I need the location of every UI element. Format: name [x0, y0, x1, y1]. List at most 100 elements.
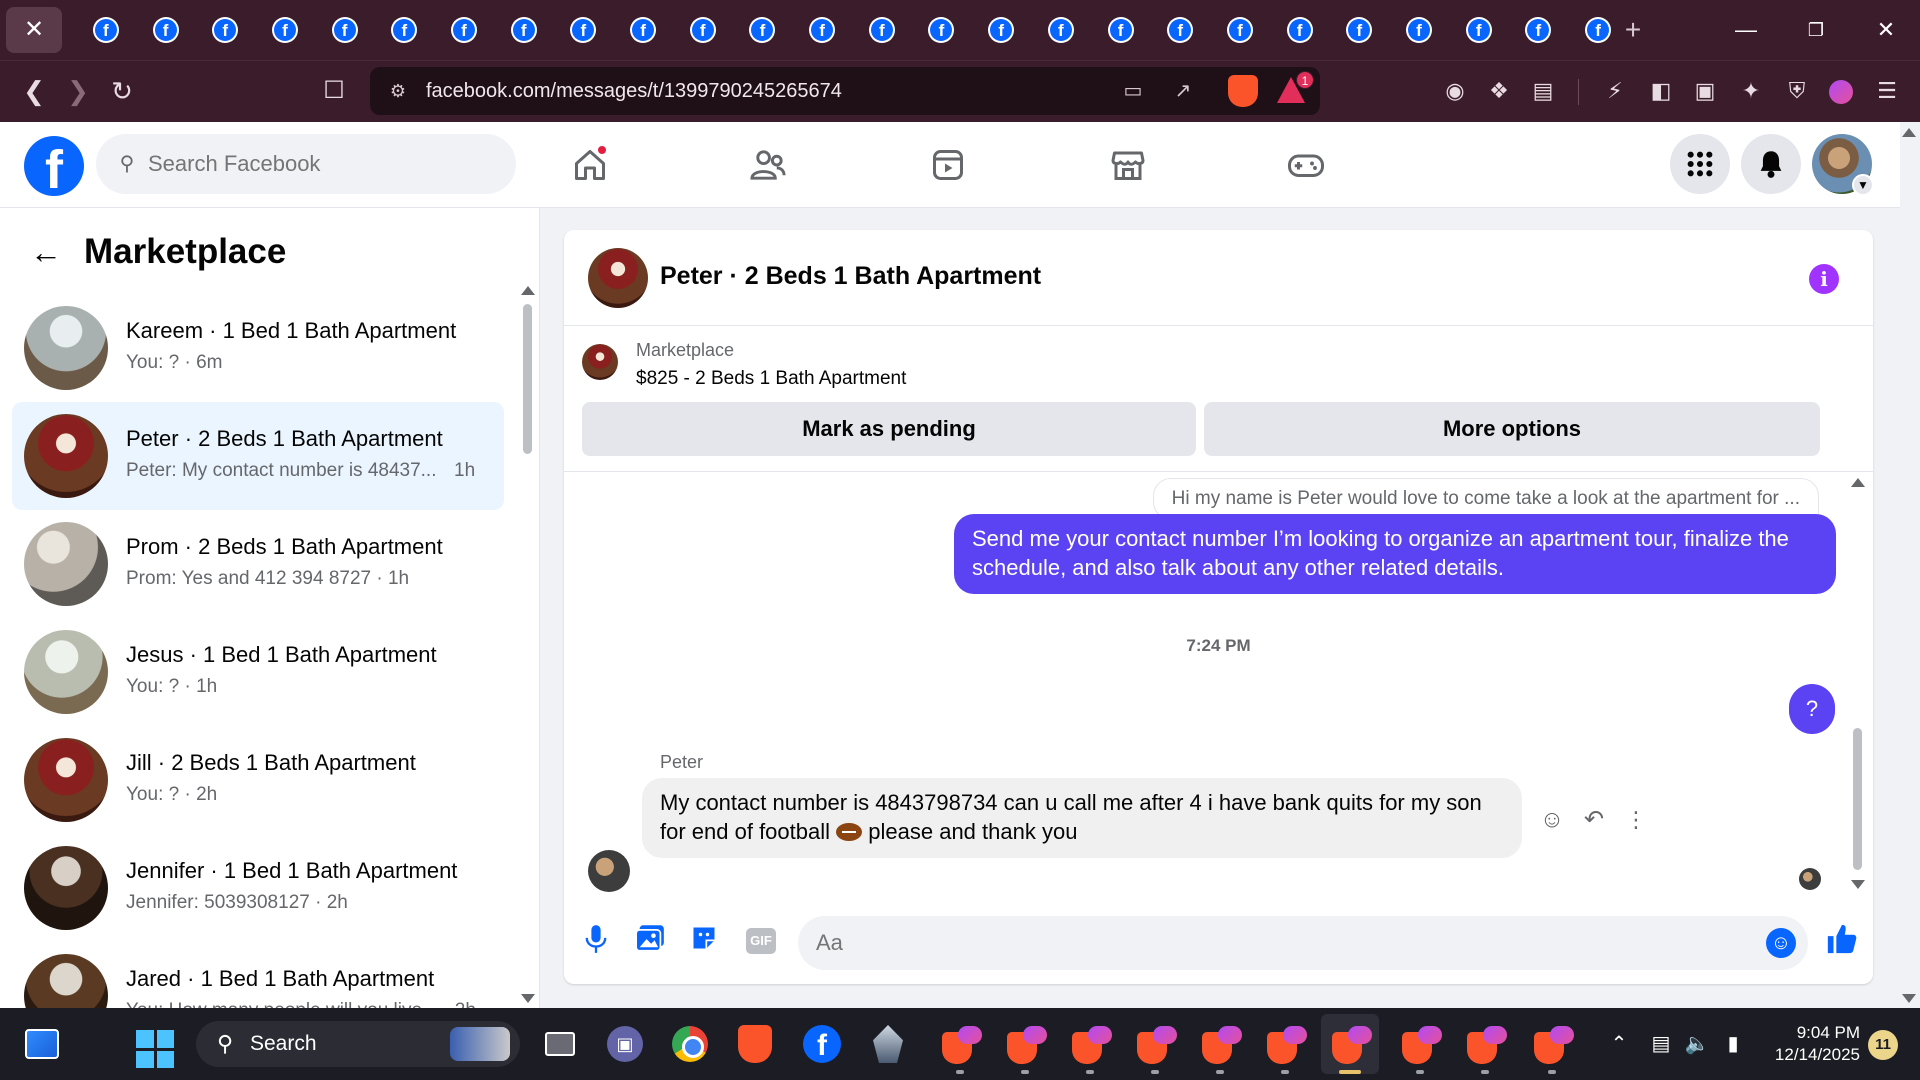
gif-icon[interactable]: GIF [746, 928, 776, 954]
conversation-item[interactable]: Kareem · 1 Bed 1 Bath Apartment You: ? · … [12, 294, 504, 402]
browser-tab[interactable]: f [76, 0, 136, 60]
record-icon[interactable]: ◉ [1436, 72, 1474, 110]
conversation-item[interactable]: Peter · 2 Beds 1 Bath Apartment Peter: My… [12, 402, 504, 510]
taskbar-search[interactable]: ⚲ Search [196, 1021, 520, 1067]
more-actions-icon[interactable]: ⋮ [1618, 802, 1654, 838]
browser-tab[interactable]: f [852, 0, 912, 60]
browser-tab[interactable]: f [733, 0, 793, 60]
window-close-button[interactable]: ✕ [1866, 10, 1906, 50]
back-arrow-icon[interactable]: ← [26, 232, 66, 272]
browser-tab[interactable]: f [255, 0, 315, 60]
video-tab[interactable] [920, 140, 976, 190]
page-scroll-up-arrow[interactable] [1902, 128, 1916, 137]
site-settings-icon[interactable]: ⚙ [384, 77, 412, 105]
outgoing-message[interactable]: Send me your contact number I’m looking … [954, 514, 1836, 594]
like-icon[interactable] [1822, 922, 1862, 962]
search-input[interactable] [148, 144, 498, 184]
browser-tab[interactable]: f [971, 0, 1031, 60]
leo-ai-icon[interactable]: ✦ [1732, 72, 1770, 110]
more-options-button[interactable]: More options [1204, 402, 1820, 456]
brave-profile-window-icon[interactable] [1003, 1022, 1047, 1066]
browser-tab[interactable]: f [1091, 0, 1151, 60]
chevron-down-icon[interactable]: ▼ [1852, 174, 1874, 196]
task-view-icon[interactable] [538, 1022, 582, 1066]
reply-icon[interactable]: ↶ [1576, 802, 1612, 838]
react-icon[interactable]: ☺ [1534, 802, 1570, 838]
brave-shields-icon[interactable] [1228, 75, 1258, 107]
listing-title[interactable]: $825 - 2 Beds 1 Bath Apartment [636, 368, 906, 390]
browser-tab[interactable]: f [1270, 0, 1330, 60]
extensions-icon[interactable]: ❖ [1480, 72, 1518, 110]
brave-profile-window-icon[interactable] [1328, 1022, 1372, 1066]
sender-avatar[interactable] [588, 850, 630, 892]
conversation-item[interactable]: Jill · 2 Beds 1 Bath Apartment You: ? · 2… [12, 726, 504, 834]
outgoing-short-message[interactable]: ? [1789, 684, 1835, 734]
chat-scroll-up-arrow[interactable] [1851, 478, 1865, 487]
info-icon[interactable]: i [1809, 264, 1839, 294]
browser-tab[interactable]: f [136, 0, 196, 60]
profile-icon[interactable] [1822, 72, 1860, 110]
facebook-taskbar-icon[interactable]: f [800, 1022, 844, 1066]
brave-profile-window-icon[interactable] [938, 1022, 982, 1066]
network-icon[interactable]: ▤ [1644, 1028, 1678, 1060]
browser-tab[interactable]: f [1389, 0, 1449, 60]
facebook-logo[interactable]: f [24, 136, 84, 196]
volume-icon[interactable]: 🔈 [1680, 1028, 1714, 1060]
microphone-icon[interactable] [578, 924, 614, 960]
vpn-icon[interactable]: ⛨ [1778, 72, 1816, 110]
browser-tab[interactable]: f [374, 0, 434, 60]
chat-scrollbar[interactable] [1853, 728, 1862, 870]
address-bar[interactable]: ⚙ facebook.com/messages/t/13997902452656… [370, 67, 1320, 115]
speedreader-icon[interactable]: ⚡ [1596, 72, 1634, 110]
browser-tab[interactable]: f [792, 0, 852, 60]
notification-badge[interactable]: 11 [1868, 1030, 1898, 1060]
browser-tab[interactable]: f [1449, 0, 1509, 60]
browser-tab[interactable]: f [912, 0, 972, 60]
brave-profile-window-icon[interactable] [1068, 1022, 1112, 1066]
widgets-icon[interactable] [20, 1022, 64, 1066]
chat-scroll-down-arrow[interactable] [1851, 880, 1865, 889]
start-menu-icon[interactable] [136, 1030, 174, 1068]
browser-tab[interactable]: f [1509, 0, 1569, 60]
brave-profile-window-icon[interactable] [1530, 1022, 1574, 1066]
emoji-icon[interactable]: ☺ [1766, 928, 1796, 958]
incoming-message[interactable]: My contact number is 4843798734 can u ca… [642, 778, 1522, 858]
scroll-up-arrow[interactable] [521, 286, 535, 295]
sticker-icon[interactable] [686, 924, 722, 960]
photo-icon[interactable] [632, 924, 668, 960]
browser-tab[interactable]: f [1210, 0, 1270, 60]
forward-button[interactable]: ❯ [58, 71, 98, 111]
browser-tab[interactable]: f [494, 0, 554, 60]
url-text[interactable]: facebook.com/messages/t/1399790245265674 [426, 67, 842, 115]
mark-as-pending-button[interactable]: Mark as pending [582, 402, 1196, 456]
browser-tab[interactable]: f [1329, 0, 1389, 60]
close-tab-button[interactable]: ✕ [6, 7, 62, 53]
chrome-icon[interactable] [668, 1022, 712, 1066]
reader-icon[interactable]: ▤ [1524, 72, 1562, 110]
browser-tab[interactable]: f [554, 0, 614, 60]
brave-profile-window-icon[interactable] [1133, 1022, 1177, 1066]
sidebar-scrollbar[interactable] [523, 304, 532, 454]
conversation-item[interactable]: Jennifer · 1 Bed 1 Bath Apartment Jennife… [12, 834, 504, 942]
wallet-icon[interactable]: ▣ [1686, 72, 1724, 110]
teams-icon[interactable]: ▣ [603, 1022, 647, 1066]
brave-profile-window-icon[interactable] [1398, 1022, 1442, 1066]
restore-button[interactable]: ❐ [1796, 10, 1836, 50]
chat-avatar[interactable] [588, 248, 648, 308]
cast-icon[interactable]: ▭ [1118, 76, 1148, 106]
battery-icon[interactable]: ▮ [1716, 1028, 1750, 1060]
marketplace-tab[interactable] [1100, 140, 1156, 190]
conversation-item[interactable]: Prom · 2 Beds 1 Bath Apartment Prom: Yes … [12, 510, 504, 618]
browser-tab[interactable]: f [1031, 0, 1091, 60]
minimize-button[interactable]: — [1726, 10, 1766, 50]
back-button[interactable]: ❮ [14, 71, 54, 111]
bookmark-icon[interactable]: ☐ [314, 71, 354, 111]
scroll-down-arrow[interactable] [521, 994, 535, 1003]
gaming-tab[interactable] [1278, 140, 1334, 190]
home-tab[interactable] [562, 140, 618, 190]
show-hidden-icons[interactable]: ⌃ [1604, 1028, 1634, 1060]
listing-thumbnail[interactable] [582, 344, 618, 380]
browser-tab[interactable]: f [315, 0, 375, 60]
browser-tab[interactable]: f [673, 0, 733, 60]
friends-tab[interactable] [740, 140, 796, 190]
